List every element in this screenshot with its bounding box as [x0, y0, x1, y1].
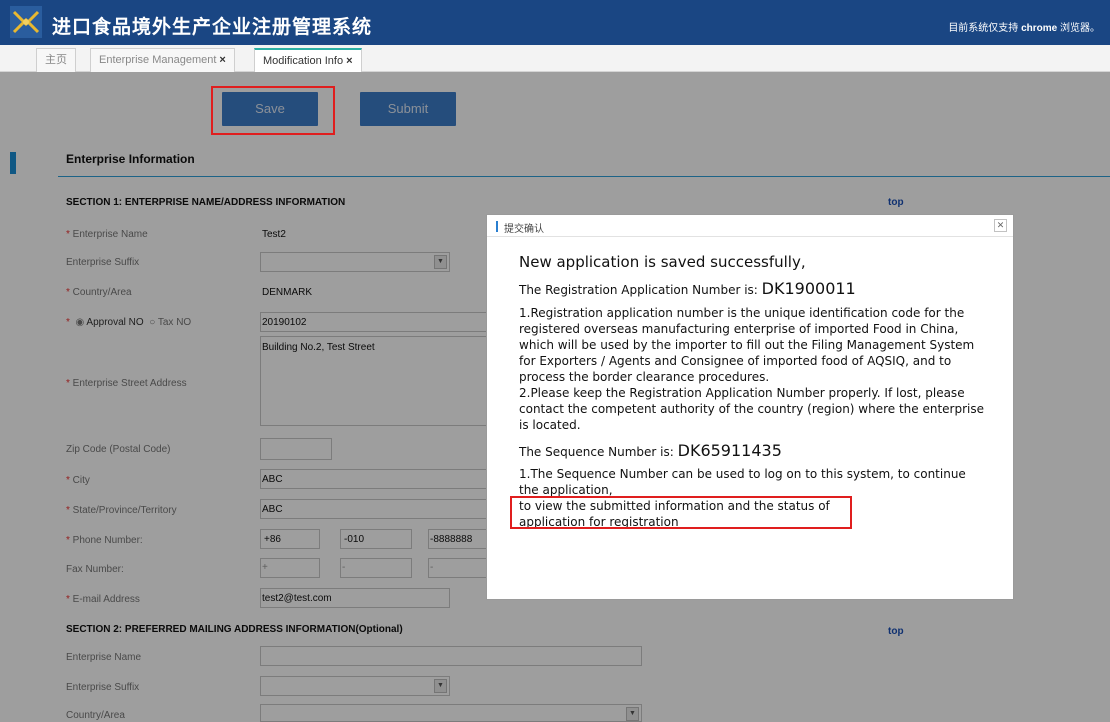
- registration-keep-note: 2.Please keep the Registration Applicati…: [519, 386, 984, 432]
- tab-close-icon[interactable]: ×: [346, 55, 352, 67]
- dialog-body: New application is saved successfully, T…: [519, 253, 989, 530]
- submit-confirmation-dialog: 提交确认 ✕ New application is saved successf…: [486, 214, 1014, 600]
- saved-message: New application is saved successfully,: [519, 253, 806, 271]
- tab-modification-info[interactable]: Modification Info ×: [254, 48, 362, 73]
- tab-enterprise-management[interactable]: Enterprise Management ×: [90, 48, 235, 72]
- dialog-title: 提交确认: [504, 224, 544, 235]
- sequence-number-line: The Sequence Number is: DK65911435: [519, 441, 782, 460]
- tab-bar: 主页 Enterprise Management × Modification I…: [0, 45, 1110, 73]
- sequence-explanation-line1: 1.The Sequence Number can be used to log…: [519, 467, 966, 497]
- tab-close-icon[interactable]: ×: [219, 54, 225, 66]
- close-icon[interactable]: ✕: [994, 219, 1007, 232]
- dialog-header: 提交确认 ✕: [487, 215, 1013, 237]
- registration-explanation: 1.Registration application number is the…: [519, 306, 975, 384]
- dialog-title-marker: [496, 221, 498, 232]
- browser-support-note: 目前系统仅支持 chrome 浏览器。: [948, 23, 1100, 34]
- logo-icon: [10, 6, 42, 38]
- tab-home[interactable]: 主页: [36, 48, 76, 72]
- registration-number-line: The Registration Application Number is: …: [519, 279, 856, 298]
- app-title: 进口食品境外生产企业注册管理系统: [52, 17, 373, 38]
- registration-number: DK1900011: [761, 279, 856, 298]
- sequence-number-highlight: [510, 496, 852, 529]
- app-header: 进口食品境外生产企业注册管理系统 目前系统仅支持 chrome 浏览器。: [0, 0, 1110, 45]
- save-button-highlight: [211, 86, 335, 135]
- sequence-number: DK65911435: [677, 441, 782, 460]
